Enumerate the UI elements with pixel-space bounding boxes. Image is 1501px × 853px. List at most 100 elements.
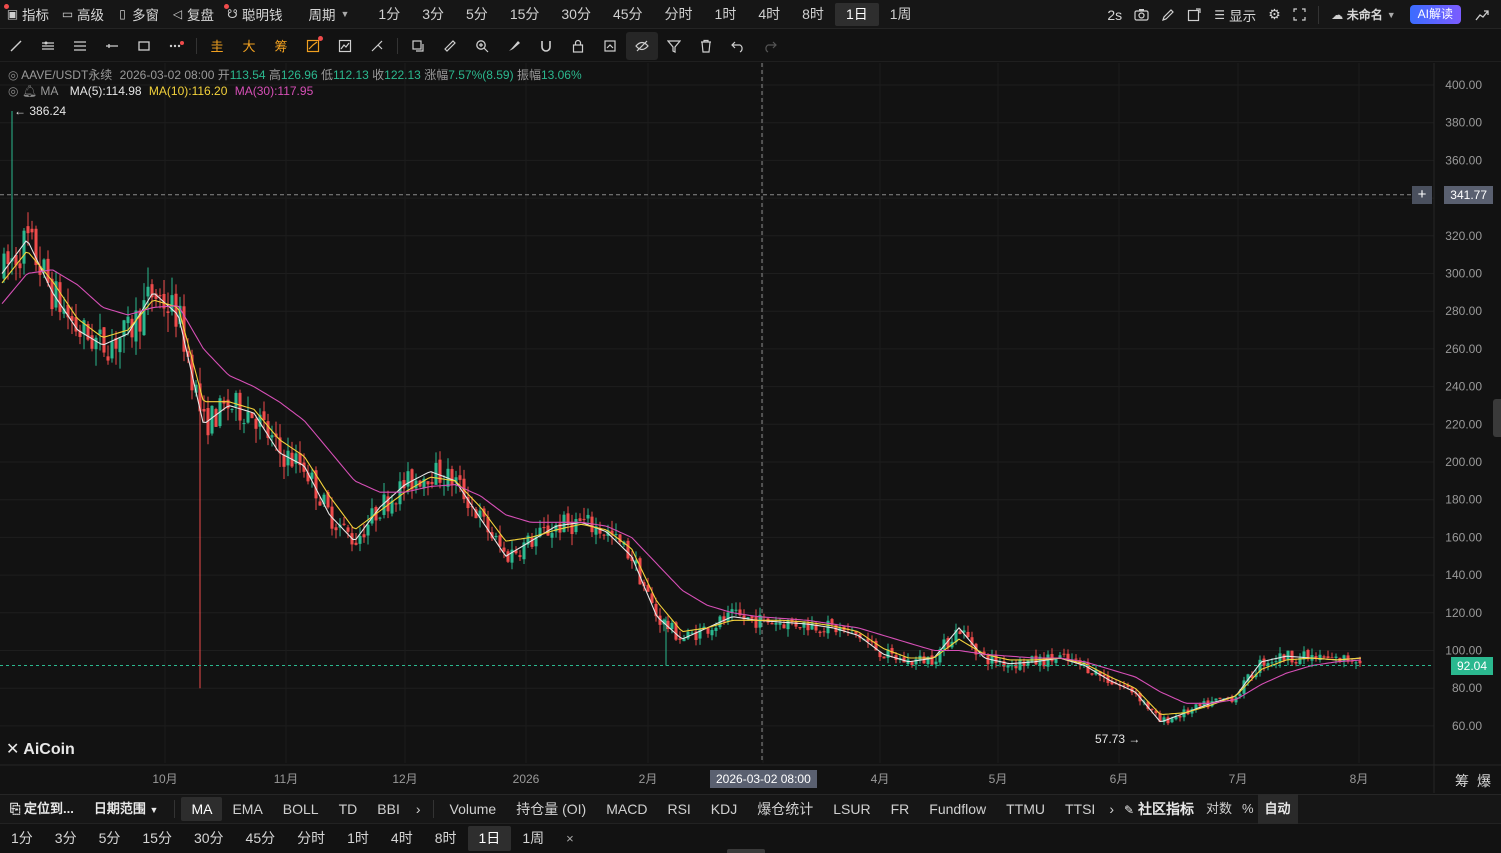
auto-scale-toggle[interactable]: 自动 [1257,794,1298,824]
line-tool-icon[interactable] [0,32,32,60]
sub-indicator-tab[interactable]: TTMU [996,794,1055,824]
chan-tool-icon[interactable]: 圭 [201,32,233,60]
template-icon[interactable] [594,32,626,60]
undo-icon[interactable] [722,32,754,60]
eye-icon[interactable]: ◎ [8,68,18,82]
scroll-handle[interactable] [727,849,765,853]
bottom-period-5分[interactable]: 5分 [88,824,132,853]
period-1日[interactable]: 1日 [834,2,879,26]
alarm-icon[interactable]: 🔔︎ [22,84,37,98]
sub-indicator-tab[interactable]: FR [881,794,920,824]
period-15分[interactable]: 15分 [499,4,551,24]
period-8时[interactable]: 8时 [791,4,835,24]
more-tools-icon[interactable] [160,32,192,60]
camera-icon[interactable] [1128,0,1155,29]
redo-icon[interactable] [754,32,786,60]
sub-indicator-tab[interactable]: RSI [657,794,700,824]
bottom-period-30分[interactable]: 30分 [183,824,235,853]
sub-indicator-tab[interactable]: Fundflow [919,794,996,824]
period-3分[interactable]: 3分 [411,4,455,24]
display-button[interactable]: ☰ 显示 [1207,0,1262,29]
period-4时[interactable]: 4时 [747,4,791,24]
period-1周[interactable]: 1周 [879,4,923,24]
new-window-icon[interactable] [1181,0,1207,29]
period-30分[interactable]: 30分 [550,4,602,24]
zoom-in-icon[interactable] [466,32,498,60]
copy-icon[interactable] [402,32,434,60]
chevron-right-icon[interactable]: › [1105,794,1118,824]
lock-icon[interactable] [562,32,594,60]
eye-hide-icon[interactable] [626,31,658,60]
sub-indicator-tab[interactable]: LSUR [823,794,880,824]
auto-pattern-icon[interactable] [329,32,361,60]
period-dropdown[interactable]: 周期 ▼ [303,0,356,29]
sub-indicator-tab[interactable]: KDJ [701,794,747,824]
bottom-period-45分[interactable]: 45分 [235,824,287,853]
main-indicator-tab[interactable]: BBI [367,794,410,824]
ai-interpret-button[interactable]: AI解读 [1409,5,1461,24]
panel-collapse-handle[interactable] [1493,399,1501,437]
brush-icon[interactable] [498,32,530,60]
chevron-right-icon[interactable]: › [410,794,427,824]
candlestick-chart[interactable]: 400.00380.00360.00340.00320.00300.00280.… [0,63,1501,793]
ruler-icon[interactable] [434,32,466,60]
top-menu-multi-window[interactable]: ▯ 多窗 [110,0,165,29]
top-menu-smart-money[interactable]: ☋ 聪明钱 [220,0,289,29]
ma-indicator-name[interactable]: MA [40,84,58,98]
sub-indicator-tab[interactable]: Volume [440,794,507,824]
sub-indicator-tab[interactable]: 爆仓统计 [747,794,823,824]
big-order-icon[interactable]: 大 [233,32,265,60]
period-45分[interactable]: 45分 [602,4,654,24]
bottom-period-4时[interactable]: 4时 [380,824,424,853]
main-indicator-tab[interactable]: EMA [222,794,272,824]
horizontal-ray-icon[interactable] [96,32,128,60]
eye-icon[interactable]: ◎ [8,84,18,98]
bottom-period-15分[interactable]: 15分 [131,824,183,853]
locate-button[interactable]: ⎘ 定位到... [0,794,84,824]
top-menu-advanced[interactable]: ▭ 高级 [55,0,110,29]
top-menu-replay[interactable]: ◁ 复盘 [165,0,220,29]
filter-icon[interactable] [658,32,690,60]
fullscreen-icon[interactable] [1287,0,1312,29]
chips-icon[interactable]: 筹 [265,32,297,60]
bottom-period-分时[interactable]: 分时 [286,824,336,853]
community-indicators-button[interactable]: ✎ 社区指标 [1118,794,1200,824]
auto-trend-icon[interactable] [297,32,329,60]
chart-area[interactable]: 400.00380.00360.00340.00320.00300.00280.… [0,63,1501,793]
close-icon[interactable]: × [555,824,585,853]
trend-icon[interactable] [1469,0,1495,29]
measure-icon[interactable] [361,32,393,60]
main-indicator-tab[interactable]: BOLL [273,794,329,824]
bottom-period-1分[interactable]: 1分 [0,824,44,853]
trash-icon[interactable] [690,32,722,60]
add-alert-icon[interactable]: + [1412,185,1432,204]
period-5分[interactable]: 5分 [455,4,499,24]
date-range-dropdown[interactable]: 日期范围 ▼ [84,794,169,824]
rectangle-icon[interactable] [128,32,160,60]
pen-icon[interactable] [1155,0,1181,29]
period-分时[interactable]: 分时 [654,4,704,24]
sub-indicator-tab[interactable]: 持仓量 (OI) [506,794,596,824]
magnet-icon[interactable] [530,32,562,60]
period-1时[interactable]: 1时 [704,4,748,24]
main-indicator-tab[interactable]: MA [181,797,223,821]
parallel-lines-icon[interactable] [32,32,64,60]
bottom-period-1周[interactable]: 1周 [511,824,555,853]
layout-name-dropdown[interactable]: ☁ 未命名 ▼ [1325,0,1402,29]
chart-side-tool[interactable]: 爆 [1477,773,1491,789]
chart-side-tool[interactable]: 筹 [1455,773,1469,789]
main-indicator-tab[interactable]: TD [329,794,368,824]
period-1分[interactable]: 1分 [367,4,411,24]
sub-indicator-tab[interactable]: TTSI [1055,794,1105,824]
bottom-period-1时[interactable]: 1时 [336,824,380,853]
sub-indicator-tab[interactable]: MACD [596,794,657,824]
percent-scale-toggle[interactable]: % [1238,794,1258,824]
bottom-period-8时[interactable]: 8时 [424,824,468,853]
log-scale-toggle[interactable]: 对数 [1200,794,1238,824]
settings-icon[interactable]: ⚙ [1262,0,1287,29]
horizontal-lines-icon[interactable] [64,32,96,60]
bottom-period-3分[interactable]: 3分 [44,824,88,853]
top-menu-indicator[interactable]: ▣ 指标 [0,0,55,29]
refresh-interval[interactable]: 2s [1101,0,1128,29]
bottom-period-1日[interactable]: 1日 [467,826,512,851]
